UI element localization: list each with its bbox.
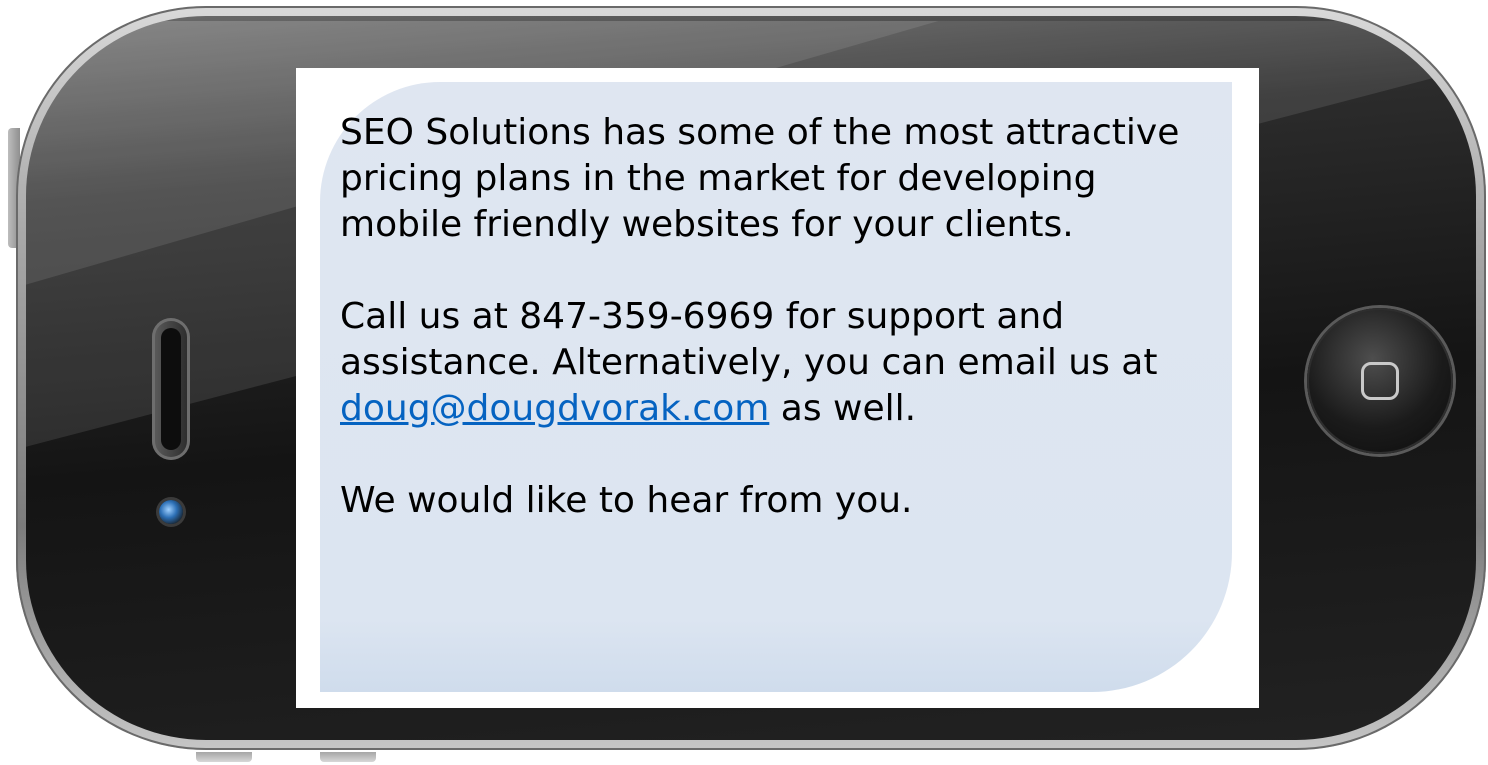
email-link[interactable]: doug@dougdvorak.com bbox=[340, 388, 769, 429]
phone-screen: SEO Solutions has some of the most attra… bbox=[296, 68, 1259, 708]
volume-down-button[interactable] bbox=[320, 752, 376, 762]
paragraph-closing: We would like to hear from you. bbox=[340, 480, 913, 521]
home-button[interactable] bbox=[1307, 308, 1453, 454]
volume-up-button[interactable] bbox=[196, 752, 252, 762]
paragraph-contact: Call us at 847-359-6969 for support and … bbox=[340, 294, 1220, 432]
contact-text: Call us at 847-359-6969 for support and … bbox=[340, 296, 1158, 383]
speaker-icon bbox=[152, 318, 190, 460]
message-text: SEO Solutions has some of the most attra… bbox=[340, 110, 1220, 524]
paragraph-pricing: SEO Solutions has some of the most attra… bbox=[340, 112, 1180, 245]
camera-icon bbox=[159, 500, 183, 524]
speaker-slot bbox=[161, 328, 181, 450]
contact-text-end: as well. bbox=[769, 388, 917, 429]
home-button-icon bbox=[1361, 362, 1399, 400]
phone-frame: SEO Solutions has some of the most attra… bbox=[16, 6, 1486, 750]
